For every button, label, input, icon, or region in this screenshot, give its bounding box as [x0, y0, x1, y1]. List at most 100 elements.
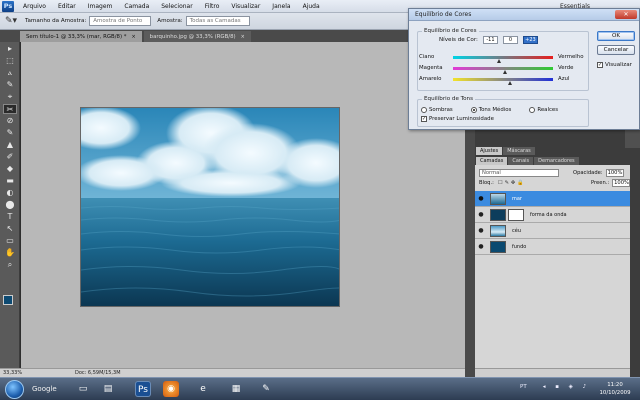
- slider-thumb[interactable]: [497, 59, 501, 63]
- slider-thumb[interactable]: [503, 70, 507, 74]
- cancel-button[interactable]: Cancelar: [597, 45, 635, 55]
- photoshop-taskbar-icon[interactable]: Ps: [135, 381, 151, 397]
- blend-mode-select[interactable]: Normal: [479, 169, 559, 177]
- preview-checkbox[interactable]: ✓: [597, 62, 603, 68]
- clock[interactable]: 11:20 10/10/2009: [595, 381, 635, 397]
- slider-track[interactable]: [453, 56, 553, 59]
- marquee-tool-icon[interactable]: ⬚: [3, 56, 17, 66]
- color-balance-dialog: Equilíbrio de Cores ✕ Equilíbrio de Core…: [408, 8, 640, 130]
- sample-select[interactable]: Todas as Camadas: [185, 16, 250, 26]
- crop-tool-icon[interactable]: ⌖: [3, 92, 17, 102]
- zoom-level[interactable]: 33,33%: [0, 370, 30, 376]
- color-levels-row: Níveis de Cor: -11 0 +23: [439, 36, 538, 44]
- level-cyan-red-input[interactable]: -11: [482, 36, 498, 44]
- sample-size-select[interactable]: Amostra de Ponto: [89, 16, 152, 26]
- tool-icon[interactable]: ✎: [258, 381, 274, 397]
- gradient-tool-icon[interactable]: ▬: [3, 176, 17, 186]
- sample-value: Todas as Camadas: [189, 18, 241, 24]
- tab-ajustes[interactable]: Ajustes: [476, 147, 503, 155]
- menu-selecionar[interactable]: Selecionar: [155, 3, 198, 10]
- tray-icons[interactable]: ◂ ▪ ◈ ♪: [543, 384, 590, 390]
- eye-icon[interactable]: ●: [475, 195, 487, 202]
- app-icon[interactable]: ▦: [228, 381, 244, 397]
- slider-yellow-blue: Amarelo Azul: [419, 76, 579, 85]
- tab-mascaras[interactable]: Máscaras: [503, 147, 535, 155]
- slider-magenta-green: Magenta Verde: [419, 65, 579, 74]
- clock-date: 10/10/2009: [599, 390, 631, 396]
- tab-demarcadores[interactable]: Demarcadores: [534, 157, 579, 165]
- eyedropper-icon[interactable]: ✎▾: [3, 15, 19, 28]
- level-yellow-blue-input[interactable]: +23: [522, 36, 538, 44]
- menu-editar[interactable]: Editar: [52, 3, 82, 10]
- menu-imagem[interactable]: Imagem: [82, 3, 119, 10]
- lock-icons[interactable]: ☐✎✥🔒: [498, 180, 526, 186]
- tab-sem-titulo[interactable]: Sem título-1 @ 33,3% (mar, RGB/8) * ×: [20, 31, 142, 42]
- fill-input[interactable]: 100%: [612, 179, 631, 187]
- hand-tool-icon[interactable]: ✋: [3, 248, 17, 258]
- language-indicator[interactable]: PT: [520, 384, 527, 390]
- pen-tool-icon[interactable]: ⬤: [3, 200, 17, 210]
- ie-icon[interactable]: e: [195, 381, 211, 397]
- slider-left-label: Ciano: [419, 54, 435, 60]
- close-icon[interactable]: ×: [131, 34, 135, 40]
- folder-icon[interactable]: ▤: [100, 381, 116, 397]
- dialog-title-bar[interactable]: Equilíbrio de Cores: [409, 9, 639, 21]
- radio-tons-medios[interactable]: [470, 107, 477, 113]
- layer-name: mar: [512, 195, 522, 202]
- dodge-tool-icon[interactable]: ◐: [3, 188, 17, 198]
- history-brush-tool-icon[interactable]: ✐: [3, 152, 17, 162]
- tab-camadas[interactable]: Camadas: [476, 157, 508, 165]
- type-tool-icon[interactable]: T: [3, 212, 17, 222]
- menu-janela[interactable]: Janela: [266, 3, 296, 10]
- healing-tool-icon[interactable]: ⊘: [3, 116, 17, 126]
- document-tab-bar: Sem título-1 @ 33,3% (mar, RGB/8) * × ba…: [0, 30, 465, 42]
- eye-icon[interactable]: ●: [475, 243, 487, 250]
- level-magenta-green-input[interactable]: 0: [502, 36, 518, 44]
- eyedropper-tool-icon[interactable]: ✂: [3, 104, 17, 114]
- quick-selection-tool-icon[interactable]: ✎: [3, 80, 17, 90]
- preview-row: ✓ Visualizar: [597, 62, 632, 68]
- eraser-tool-icon[interactable]: ◆: [3, 164, 17, 174]
- eye-icon[interactable]: ●: [475, 211, 487, 218]
- tab-barquinho[interactable]: barquinho.jpg @ 33,3% (RGB/8) ×: [143, 31, 251, 42]
- layer-row-forma-da-onda[interactable]: ● forma da onda: [475, 207, 630, 223]
- menu-arquivo[interactable]: Arquivo: [17, 3, 52, 10]
- zoom-tool-icon[interactable]: ⌕: [3, 260, 17, 270]
- eye-icon[interactable]: ●: [475, 227, 487, 234]
- stamp-tool-icon[interactable]: ▲: [3, 140, 17, 150]
- layer-row-ceu[interactable]: ● céu: [475, 223, 630, 239]
- menu-camada[interactable]: Camada: [118, 3, 155, 10]
- google-search-label[interactable]: Google: [32, 385, 57, 393]
- ocean-sky-image[interactable]: [80, 107, 340, 307]
- tone-radio-row: Sombras Tons Médios Realces: [421, 107, 558, 113]
- tab-canais[interactable]: Canais: [508, 157, 534, 165]
- radio-sombras[interactable]: [421, 107, 427, 113]
- close-icon[interactable]: ✕: [615, 10, 637, 19]
- move-tool-icon[interactable]: ▸: [3, 44, 17, 54]
- canvas-area[interactable]: [21, 42, 465, 368]
- lasso-tool-icon[interactable]: ⲁ: [3, 68, 17, 78]
- slider-thumb[interactable]: [508, 81, 512, 85]
- layer-row-mar[interactable]: ● mar: [475, 191, 630, 207]
- doc-size: Doc: 6,59M/15,3M: [75, 370, 121, 376]
- start-button[interactable]: [5, 380, 24, 399]
- blend-mode-value: Normal: [482, 170, 501, 176]
- menu-visualizar[interactable]: Visualizar: [225, 3, 266, 10]
- radio-realces[interactable]: [529, 107, 536, 113]
- menu-filtro[interactable]: Filtro: [199, 3, 226, 10]
- slider-track[interactable]: [453, 78, 553, 81]
- path-selection-tool-icon[interactable]: ↖: [3, 224, 17, 234]
- shape-tool-icon[interactable]: ▭: [3, 236, 17, 246]
- menu-ajuda[interactable]: Ajuda: [297, 3, 326, 10]
- show-desktop-icon[interactable]: ▭: [75, 381, 91, 397]
- opacity-input[interactable]: 100%: [605, 169, 624, 177]
- fill-group: Preen.: 100%: [591, 179, 631, 187]
- ok-button[interactable]: OK: [597, 31, 635, 41]
- slider-right-label: Verde: [558, 65, 574, 71]
- close-icon[interactable]: ×: [241, 34, 245, 40]
- layer-row-fundo[interactable]: ● fundo: [475, 239, 630, 255]
- foreground-color-swatch[interactable]: [3, 295, 13, 305]
- firefox-icon[interactable]: ◉: [163, 381, 179, 397]
- brush-tool-icon[interactable]: ✎: [3, 128, 17, 138]
- preserve-luminosity-checkbox[interactable]: ✓: [421, 116, 427, 122]
